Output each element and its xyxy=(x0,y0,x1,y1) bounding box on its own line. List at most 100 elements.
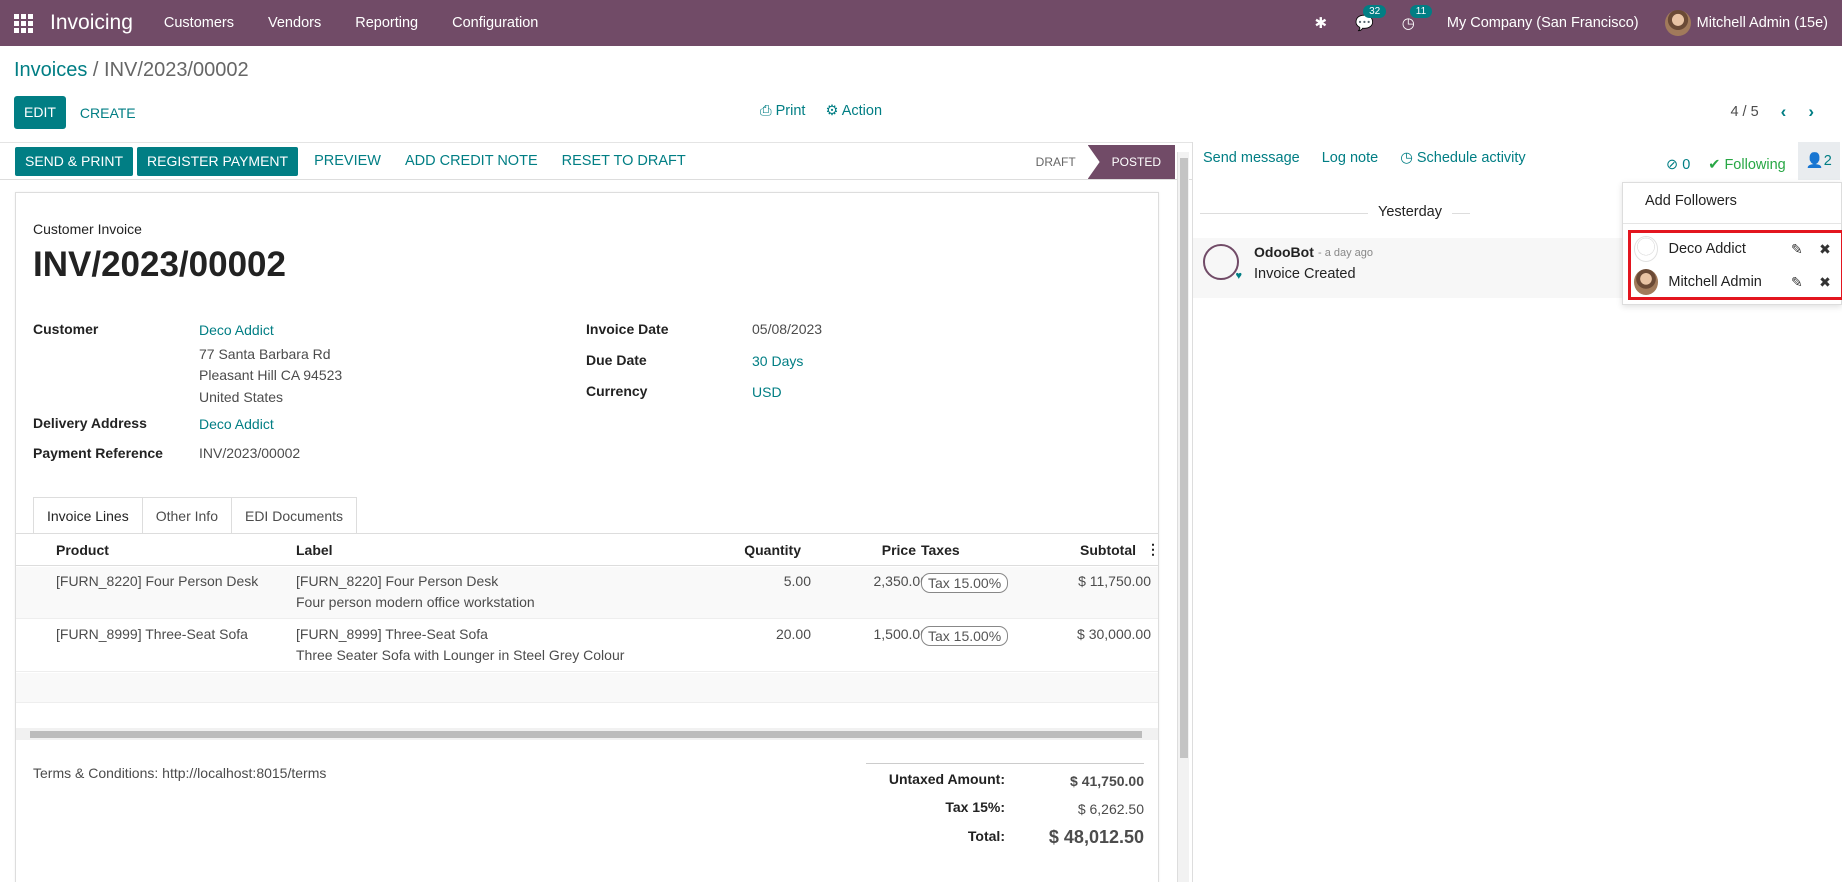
edit-pencil-icon[interactable]: ✎ xyxy=(1783,241,1811,258)
row-product: [FURN_8999] Three-Seat Sofa xyxy=(56,626,248,642)
tab-edi-documents[interactable]: EDI Documents xyxy=(230,497,358,534)
column-options-icon[interactable]: ⋮ xyxy=(1146,541,1160,558)
column-price[interactable]: Price xyxy=(841,542,916,558)
chatter-topbar: Send message Log note ◷ Schedule activit… xyxy=(1203,150,1526,166)
chevron-right-icon[interactable]: › xyxy=(1808,102,1814,122)
company-switcher[interactable]: My Company (San Francisco) xyxy=(1429,15,1665,31)
tab-other-info[interactable]: Other Info xyxy=(141,497,232,534)
send-print-button[interactable]: SEND & PRINT xyxy=(15,146,134,176)
breadcrumb-separator: / xyxy=(87,59,105,81)
action-button[interactable]: ⚙ Action xyxy=(825,103,882,119)
print-label: Print xyxy=(775,103,806,119)
messages-badge: 32 xyxy=(1363,5,1387,18)
follower-item[interactable]: Deco Addict ✎ ✖ xyxy=(1634,235,1839,263)
mitchell-admin-avatar xyxy=(1634,269,1659,295)
send-message-button[interactable]: Send message xyxy=(1203,150,1300,166)
column-product[interactable]: Product xyxy=(56,542,109,558)
schedule-activity-button[interactable]: ◷ Schedule activity xyxy=(1400,150,1526,166)
preview-button[interactable]: PREVIEW xyxy=(302,153,393,169)
breadcrumb: Invoices / INV/2023/00002 xyxy=(14,59,249,82)
control-buttons: EDIT CREATE xyxy=(14,96,150,129)
row-subtotal: $ 30,000.00 xyxy=(1077,626,1151,642)
row-product: [FURN_8220] Four Person Desk xyxy=(56,573,259,589)
apps-menu-icon[interactable] xyxy=(0,0,46,46)
activities-icon[interactable]: ◷ 11 xyxy=(1388,5,1433,32)
chevron-left-icon[interactable]: ‹ xyxy=(1781,102,1787,122)
message-time: - a day ago xyxy=(1318,247,1374,259)
message-author[interactable]: OdooBot xyxy=(1254,244,1314,260)
follower-name: Mitchell Admin xyxy=(1668,274,1762,290)
menu-configuration[interactable]: Configuration xyxy=(435,15,555,31)
follower-item[interactable]: Mitchell Admin ✎ ✖ xyxy=(1634,268,1839,296)
follower-name: Deco Addict xyxy=(1668,241,1746,257)
column-label[interactable]: Label xyxy=(296,542,333,558)
terms-conditions: Terms & Conditions: http://localhost:801… xyxy=(33,765,327,781)
attachments-count: 0 xyxy=(1682,157,1691,173)
create-button[interactable]: CREATE xyxy=(66,105,150,121)
tax-value: $ 6,262.50 xyxy=(1077,801,1144,817)
stage-indicator: DRAFT POSTED xyxy=(1024,143,1175,181)
odoobot-avatar xyxy=(1203,244,1242,282)
tax-tag: Tax 15.00% xyxy=(921,573,1009,593)
edit-pencil-icon[interactable]: ✎ xyxy=(1783,274,1811,291)
delivery-address-value[interactable]: Deco Addict xyxy=(199,416,274,432)
log-note-button[interactable]: Log note xyxy=(1322,150,1378,166)
row-label-line2: Four person modern office workstation xyxy=(296,594,535,610)
due-date-value[interactable]: 30 Days xyxy=(752,353,803,369)
menu-reporting[interactable]: Reporting xyxy=(338,15,435,31)
customer-name[interactable]: Deco Addict xyxy=(199,322,274,338)
messages-icon[interactable]: 💬 32 xyxy=(1341,5,1388,32)
edit-button[interactable]: EDIT xyxy=(14,96,66,129)
status-bar: SEND & PRINT REGISTER PAYMENT PREVIEW AD… xyxy=(0,142,1192,180)
column-taxes[interactable]: Taxes xyxy=(921,542,960,558)
print-icon: ⎙ xyxy=(760,103,776,119)
table-row[interactable]: [FURN_8999] Three-Seat Sofa [FURN_8999] … xyxy=(16,620,1158,672)
app-name[interactable]: Invoicing xyxy=(46,11,147,35)
remove-icon[interactable]: ✖ xyxy=(1811,241,1839,258)
form-scrollbar-thumb[interactable] xyxy=(1180,158,1188,758)
column-subtotal[interactable]: Subtotal xyxy=(1026,542,1136,558)
menu-customers[interactable]: Customers xyxy=(147,15,251,31)
invoice-number: INV/2023/00002 xyxy=(33,245,286,284)
currency-value[interactable]: USD xyxy=(752,384,782,400)
stage-draft: DRAFT xyxy=(1035,155,1076,169)
breadcrumb-invoices[interactable]: Invoices xyxy=(14,59,87,81)
user-name: Mitchell Admin (15e) xyxy=(1696,15,1828,31)
followers-count: 2 xyxy=(1823,153,1832,169)
column-quantity[interactable]: Quantity xyxy=(731,542,801,558)
tab-invoice-lines[interactable]: Invoice Lines xyxy=(33,497,143,534)
add-followers-button[interactable]: Add Followers xyxy=(1645,193,1737,209)
clock-icon: ◷ xyxy=(1400,150,1417,166)
attachments-button[interactable]: ⊘ 0 xyxy=(1666,157,1690,173)
reset-to-draft-button[interactable]: RESET TO DRAFT xyxy=(550,153,698,169)
currency-label: Currency xyxy=(586,383,648,399)
bug-icon[interactable]: ✱ xyxy=(1301,14,1342,32)
user-menu[interactable]: Mitchell Admin (15e) xyxy=(1664,10,1842,36)
remove-icon[interactable]: ✖ xyxy=(1811,274,1839,291)
address-line3: United States xyxy=(199,389,284,405)
register-payment-button[interactable]: REGISTER PAYMENT xyxy=(137,146,299,176)
pager-value[interactable]: 4 / 5 xyxy=(1730,104,1758,120)
table-header: Product Label Quantity Price Taxes Subto… xyxy=(16,534,1160,566)
activities-badge: 11 xyxy=(1409,5,1433,18)
table-scrollbar-thumb[interactable] xyxy=(30,731,1142,738)
menu-vendors[interactable]: Vendors xyxy=(251,15,338,31)
message-body: Invoice Created xyxy=(1254,266,1356,282)
empty-row xyxy=(16,673,1158,703)
invoice-date-label: Invoice Date xyxy=(586,321,669,337)
followers-button[interactable]: 👤2 xyxy=(1797,142,1840,180)
row-label-line1: [FURN_8220] Four Person Desk xyxy=(296,573,499,589)
following-button[interactable]: ✔ Following xyxy=(1708,157,1785,173)
print-button[interactable]: ⎙ Print xyxy=(760,103,805,119)
check-icon: ✔ xyxy=(1708,157,1725,173)
form-scrollbar[interactable] xyxy=(1177,152,1189,882)
action-label: Action xyxy=(841,103,883,119)
schedule-activity-label: Schedule activity xyxy=(1416,150,1526,166)
table-horizontal-scrollbar[interactable] xyxy=(16,728,1158,740)
total-value: $ 48,012.50 xyxy=(1048,827,1144,847)
breadcrumb-current: INV/2023/00002 xyxy=(104,59,249,81)
table-row[interactable]: [FURN_8220] Four Person Desk [FURN_8220]… xyxy=(16,567,1158,619)
add-credit-note-button[interactable]: ADD CREDIT NOTE xyxy=(393,153,550,169)
center-actions: ⎙ Print ⚙ Action xyxy=(760,103,882,119)
tax-label: Tax 15%: xyxy=(945,799,1005,815)
